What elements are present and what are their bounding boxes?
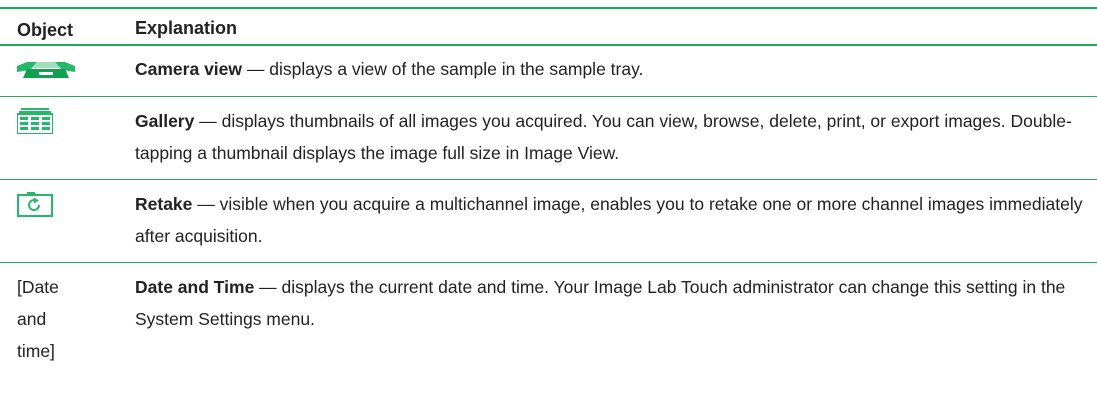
row-divider <box>0 179 1097 180</box>
object-text-line: and <box>17 309 47 329</box>
table-row-icon-cell <box>17 56 112 78</box>
row-divider <box>0 96 1097 97</box>
header-explanation: Explanation <box>135 18 238 38</box>
table-row: Date and Time — displays the current dat… <box>135 271 1085 335</box>
table-row: Camera view — displays a view of the sam… <box>135 53 1085 85</box>
row-term: Retake <box>135 194 193 214</box>
table-top-rule <box>0 7 1097 9</box>
table-row: Gallery — displays thumbnails of all ima… <box>135 105 1085 169</box>
table-row-object-text: [Date and time] <box>17 271 112 367</box>
header-bottom-rule <box>0 44 1097 46</box>
row-divider <box>0 262 1097 263</box>
gallery-icon <box>17 108 112 134</box>
row-description: — displays thumbnails of all images you … <box>135 111 1072 163</box>
header-object: Object <box>17 20 74 40</box>
row-term: Camera view <box>135 59 243 79</box>
row-description: — displays a view of the sample in the s… <box>242 59 644 79</box>
table-row-icon-cell <box>17 191 112 217</box>
table-row: Retake — visible when you acquire a mult… <box>135 188 1085 252</box>
camera-view-icon <box>17 56 112 78</box>
retake-icon <box>17 191 112 217</box>
object-text-line: [Date <box>17 277 59 297</box>
row-description: — displays the current date and time. Yo… <box>135 277 1066 329</box>
row-description: — visible when you acquire a multichanne… <box>135 194 1083 246</box>
row-term: Date and Time <box>135 277 255 297</box>
table-row-icon-cell <box>17 108 112 134</box>
row-term: Gallery <box>135 111 195 131</box>
object-text-line: time] <box>17 341 55 361</box>
